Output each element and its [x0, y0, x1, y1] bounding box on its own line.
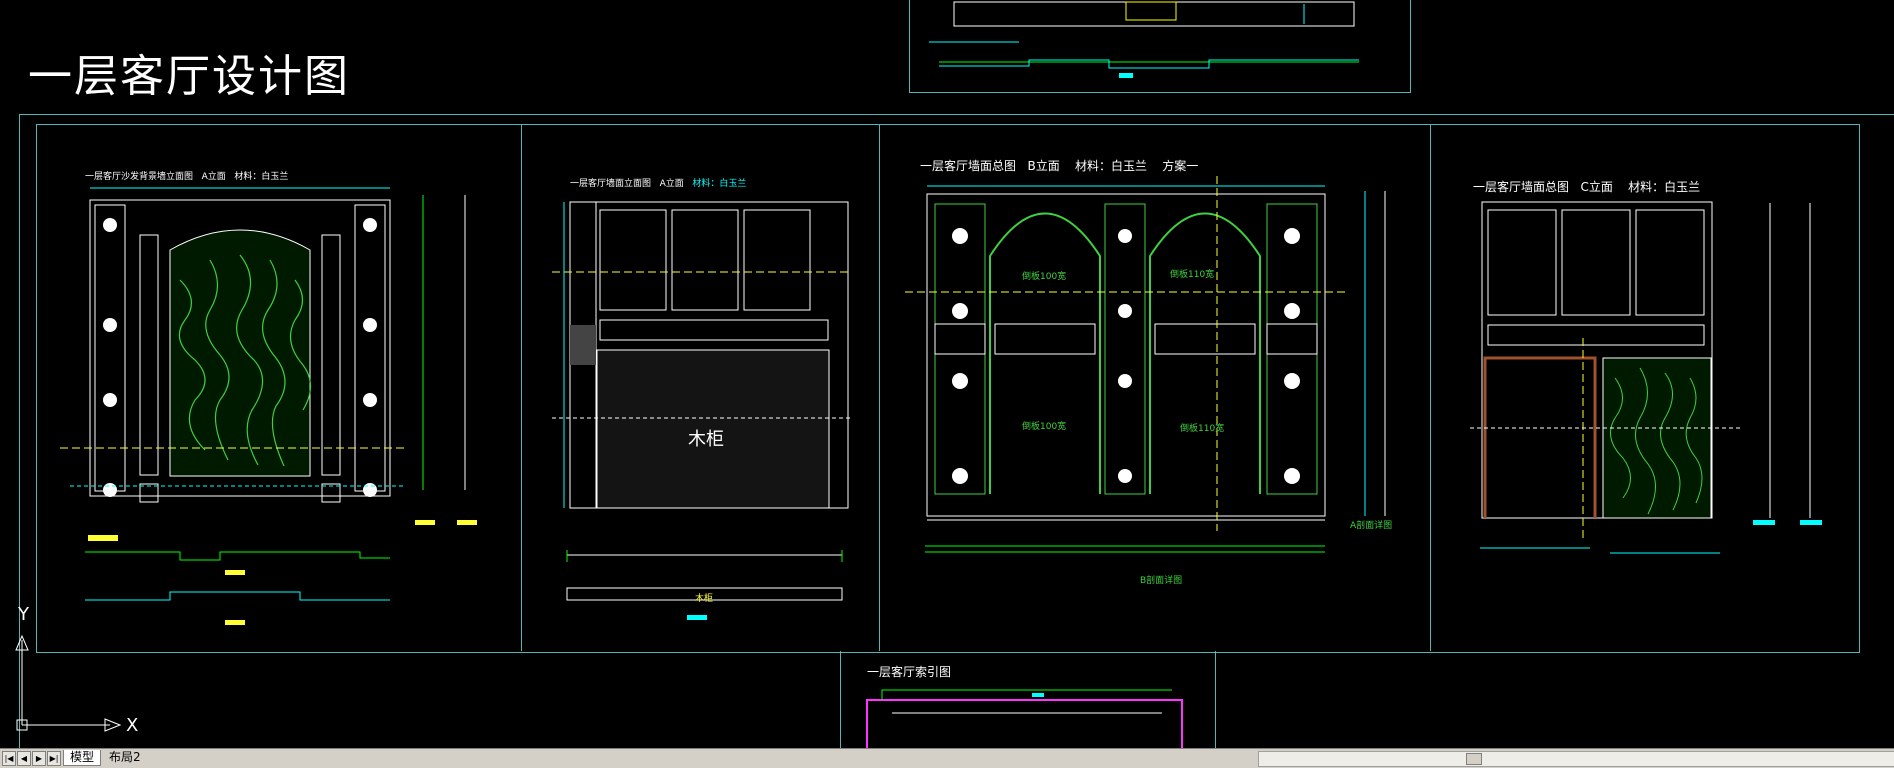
nav-next-button[interactable]: ▶: [32, 751, 46, 766]
panel-c-tag-bot-left: 倒板100宽: [1022, 422, 1067, 432]
tab-layout2[interactable]: 布局2: [103, 750, 147, 765]
nav-last-button[interactable]: ▶|: [47, 751, 61, 766]
panel-c-bottom-note: B剖面详图: [1140, 576, 1183, 586]
panel-c-material: 材料：白玉兰: [1074, 159, 1147, 173]
panel-c-tag-top-left: 倒板100宽: [1022, 272, 1067, 282]
panel-b-title: 一层客厅墙面立面图: [570, 179, 652, 189]
nav-first-button[interactable]: |◀: [2, 751, 16, 766]
index-drawing: [866, 689, 1183, 748]
tab-model[interactable]: 模型: [63, 750, 102, 766]
panel-c-title-row: 一层客厅墙面总图 B立面 材料：白玉兰 方案一: [920, 157, 1198, 174]
panel-c-elevation: [905, 176, 1386, 553]
panel-c-right-note: A剖面详图: [1350, 521, 1393, 531]
cabinet-label: 木柜: [688, 429, 724, 450]
panel-d-title-row: 一层客厅墙面总图 C立面 材料：白玉兰: [1473, 178, 1700, 195]
cabinet-section-label: 木柜: [695, 594, 714, 604]
panel-c-tag-top-right: 倒板110宽: [1170, 270, 1215, 280]
panel-c-view: B立面: [1027, 159, 1060, 173]
layout-tab-bar: |◀ ◀ ▶ ▶| 模型 布局2: [0, 748, 1894, 768]
nav-prev-button[interactable]: ◀: [17, 751, 31, 766]
ucs-x-label: X: [126, 715, 139, 736]
horizontal-scrollbar[interactable]: [1258, 751, 1894, 767]
panel-c-scheme: 方案一: [1162, 159, 1199, 173]
panel-b-elevation: [552, 201, 852, 620]
panel-c-tag-bot-right: 倒板110宽: [1180, 424, 1225, 434]
divider-3: [1430, 124, 1431, 651]
panel-d-material: 材料：白玉兰: [1628, 180, 1701, 194]
panel-d-view: C立面: [1580, 180, 1613, 194]
main-title: 一层客厅设计图: [28, 51, 350, 102]
panel-b-title-row: 一层客厅墙面立面图 A立面 材料：白玉兰: [570, 176, 746, 189]
top-detail-drawing: [929, 1, 1359, 78]
ucs-y-label: Y: [18, 604, 29, 625]
panel-d-elevation: [1470, 201, 1822, 554]
panel-d-title: 一层客厅墙面总图: [1473, 180, 1570, 194]
divider-1: [521, 124, 522, 651]
index-title: 一层客厅索引图: [867, 665, 952, 679]
panel-b-view: A立面: [659, 179, 684, 189]
panel-b-material: 材料：白玉兰: [692, 179, 747, 189]
drawing-canvas[interactable]: 一层客厅设计图 一层客厅沙发背景墙立面图 A立面 材料：白玉兰 一层客厅墙面立面…: [0, 0, 1894, 750]
scrollbar-thumb[interactable]: [1466, 753, 1482, 765]
panel-c-title: 一层客厅墙面总图: [920, 159, 1017, 173]
panel-a-elevation: [60, 187, 477, 625]
divider-2: [879, 124, 880, 651]
